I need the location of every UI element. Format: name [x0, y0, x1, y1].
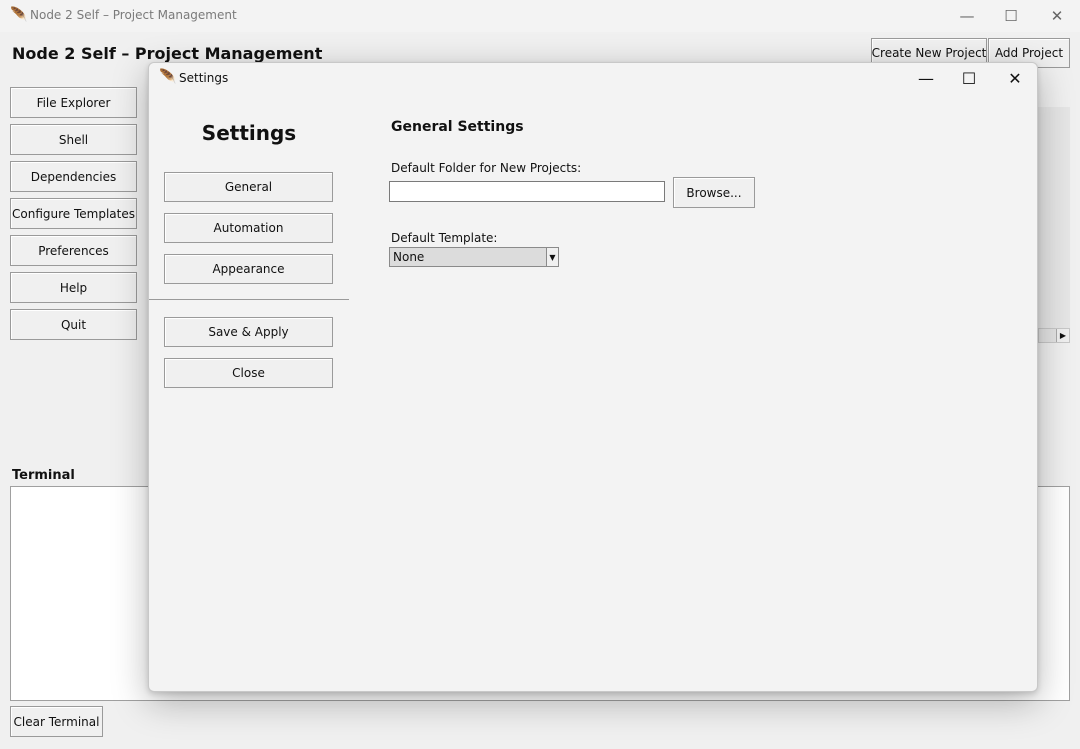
tab-general[interactable]: General	[164, 172, 333, 202]
divider	[149, 299, 349, 300]
default-folder-label: Default Folder for New Projects:	[391, 161, 582, 175]
clear-terminal-button[interactable]: Clear Terminal	[10, 706, 103, 737]
save-apply-button[interactable]: Save & Apply	[164, 317, 333, 347]
sidebar-item-help[interactable]: Help	[10, 272, 137, 303]
tab-appearance[interactable]: Appearance	[164, 254, 333, 284]
project-list-panel	[1038, 107, 1070, 328]
close-icon[interactable]: ✕	[992, 63, 1038, 93]
minimize-icon[interactable]: —	[944, 0, 990, 32]
default-template-label: Default Template:	[391, 231, 498, 245]
sidebar-item-quit[interactable]: Quit	[10, 309, 137, 340]
default-template-select[interactable]: None ▼	[389, 247, 559, 267]
tab-automation[interactable]: Automation	[164, 213, 333, 243]
terminal-label: Terminal	[12, 468, 75, 483]
sidebar-item-shell[interactable]: Shell	[10, 124, 137, 155]
close-icon[interactable]: ✕	[1034, 0, 1080, 32]
maximize-icon[interactable]: ☐	[988, 0, 1034, 32]
section-title: General Settings	[391, 119, 524, 135]
app-heading: Node 2 Self – Project Management	[12, 44, 323, 63]
window-title: Node 2 Self – Project Management	[30, 8, 237, 22]
chevron-down-icon[interactable]: ▼	[546, 248, 558, 266]
settings-dialog: 🪶 Settings — ☐ ✕ Settings General Automa…	[148, 62, 1038, 692]
maximize-icon[interactable]: ☐	[946, 63, 992, 93]
sidebar-item-preferences[interactable]: Preferences	[10, 235, 137, 266]
scroll-right-icon[interactable]: ▶	[1056, 329, 1069, 342]
default-folder-field[interactable]	[389, 181, 665, 202]
settings-heading: Settings	[201, 121, 297, 145]
minimize-icon[interactable]: —	[903, 63, 949, 93]
feather-icon: 🪶	[159, 69, 177, 85]
close-button[interactable]: Close	[164, 358, 333, 388]
feather-icon: 🪶	[10, 7, 28, 23]
sidebar-item-dependencies[interactable]: Dependencies	[10, 161, 137, 192]
browse-button[interactable]: Browse...	[673, 177, 755, 208]
sidebar-item-file-explorer[interactable]: File Explorer	[10, 87, 137, 118]
default-template-value: None	[393, 250, 425, 264]
sidebar-item-configure-templates[interactable]: Configure Templates	[10, 198, 137, 229]
dialog-title: Settings	[179, 71, 229, 85]
main-titlebar: 🪶 Node 2 Self – Project Management — ☐ ✕	[0, 0, 1080, 32]
dialog-titlebar: 🪶 Settings — ☐ ✕	[149, 63, 1037, 93]
